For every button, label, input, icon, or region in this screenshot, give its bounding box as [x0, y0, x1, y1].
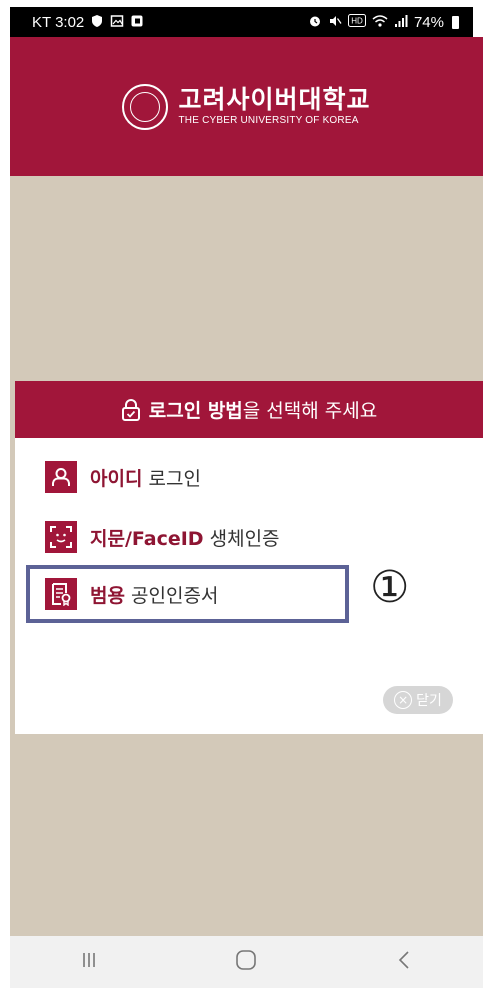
close-button[interactable]: × 닫기	[383, 686, 453, 714]
status-bar-left: KT 3:02	[32, 14, 144, 31]
dialog-title-strong: 로그인 방법	[148, 400, 243, 422]
option-rest: 생체인증	[203, 527, 280, 550]
home-button[interactable]	[216, 942, 276, 982]
close-icon: ×	[394, 691, 413, 709]
svg-text:HD: HD	[351, 17, 363, 26]
wifi-icon	[372, 14, 388, 31]
highlight-box	[26, 565, 349, 623]
university-name-ko: 고려사이버대학교	[178, 85, 371, 114]
dialog-title: 로그인 방법을 선택해 주세요	[149, 396, 377, 423]
step-marker: ①	[370, 562, 410, 613]
brand-text: 고려사이버대학교 THE CYBER UNIVERSITY OF KOREA	[178, 86, 370, 127]
image-icon	[110, 14, 124, 31]
university-brand: 고려사이버대학교 THE CYBER UNIVERSITY OF KOREA	[122, 83, 370, 130]
home-icon	[235, 949, 257, 976]
option-strong: 지문/FaceID	[90, 527, 204, 550]
status-bar: KT 3:02 HD 74%	[10, 7, 473, 37]
app-header: 고려사이버대학교 THE CYBER UNIVERSITY OF KOREA	[10, 37, 483, 176]
app-icon	[130, 14, 144, 31]
system-nav-bar	[10, 936, 483, 988]
alarm-icon	[308, 14, 322, 31]
login-option-biometric-label: 지문/FaceID 생체인증	[90, 524, 280, 551]
recent-apps-icon	[80, 950, 98, 974]
lock-icon	[121, 398, 141, 421]
option-rest: 로그인	[142, 467, 201, 490]
status-bar-right: HD 74%	[308, 14, 459, 31]
carrier-time: KT 3:02	[32, 13, 85, 31]
battery-icon	[452, 15, 459, 29]
signal-icon	[394, 14, 408, 31]
recent-apps-button[interactable]	[59, 942, 119, 982]
shield-icon	[90, 14, 104, 31]
hd-icon: HD	[347, 14, 366, 30]
option-strong: 아이디	[90, 467, 143, 490]
login-option-id[interactable]: 아이디 로그인	[45, 460, 201, 494]
login-method-dialog: 로그인 방법을 선택해 주세요 아이디 로그인 지문/FaceID 생체인증 범…	[15, 381, 483, 734]
battery-percent: 74%	[413, 13, 444, 31]
dialog-header: 로그인 방법을 선택해 주세요	[15, 381, 483, 438]
back-icon	[397, 950, 411, 975]
back-button[interactable]	[374, 942, 434, 982]
university-seal-logo	[122, 83, 169, 130]
close-button-label: 닫기	[416, 693, 442, 709]
person-icon	[45, 461, 77, 493]
university-name-en: THE CYBER UNIVERSITY OF KOREA	[178, 115, 359, 126]
face-id-icon	[45, 521, 77, 553]
dialog-title-rest: 을 선택해 주세요	[242, 400, 378, 422]
login-option-biometric[interactable]: 지문/FaceID 생체인증	[45, 520, 280, 554]
mute-icon	[328, 14, 342, 31]
login-option-id-label: 아이디 로그인	[90, 464, 201, 491]
